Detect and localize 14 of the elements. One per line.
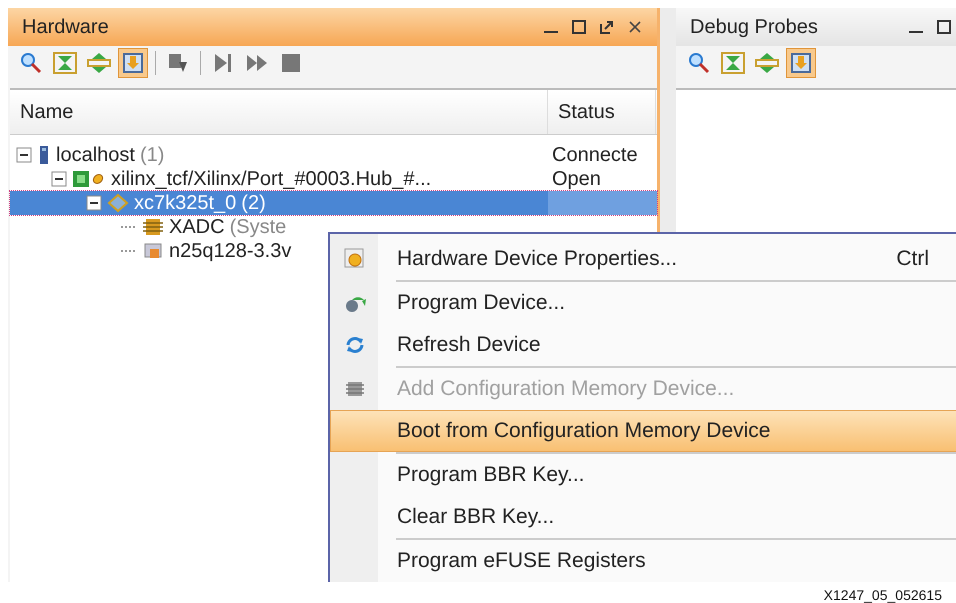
node-name: n25q128-3.3v [169,240,292,262]
node-status: Open [552,168,601,190]
node-name: xilinx_tcf/Xilinx/Port_#0003.Hub_#... [111,168,432,190]
node-count: (1) [140,144,164,166]
node-count: (2) [241,192,266,214]
node-name: localhost [56,144,135,166]
node-name: xc7k325t_0 [134,192,236,214]
figure-id: X1247_05_052615 [824,587,942,603]
panel-title: Hardware [22,16,110,38]
node-count: (Syste [230,216,286,238]
node-status: Connecte [552,144,638,166]
shortcut: Ctrl [896,247,929,271]
node-name: XADC [169,216,225,238]
panel-title: Debug Probes [690,16,819,38]
